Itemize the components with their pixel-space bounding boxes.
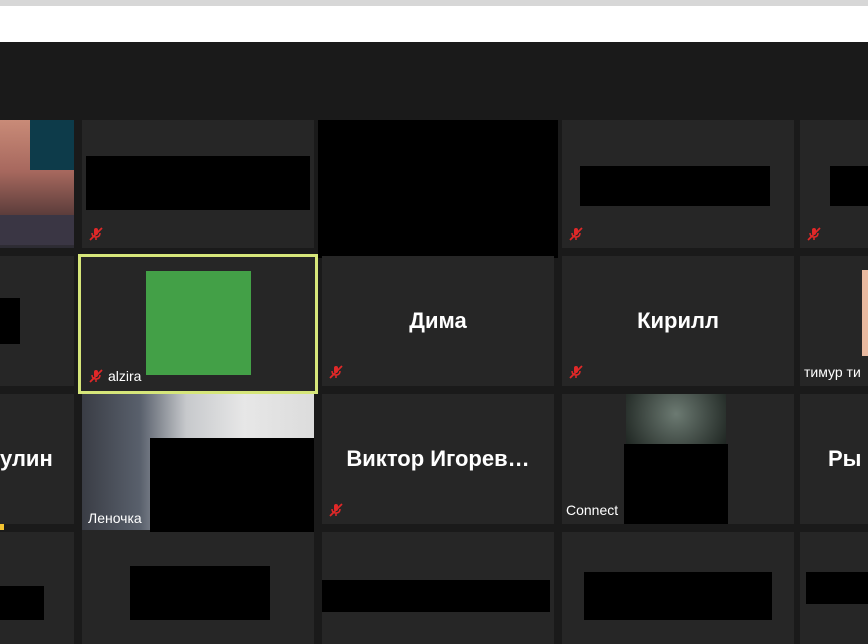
- participant-avatar: [146, 271, 251, 375]
- redacted-block: [0, 298, 20, 344]
- participant-video: [0, 120, 74, 248]
- participant-tile-r4c2[interactable]: [82, 532, 314, 644]
- participant-tile-r1c4[interactable]: [562, 120, 794, 248]
- redacted-block: [0, 586, 44, 620]
- participant-label: [328, 502, 344, 518]
- participant-tile-r1c2[interactable]: [82, 120, 314, 248]
- participant-name: Леночка: [88, 510, 142, 526]
- participant-tile-lenochka[interactable]: Леночка: [82, 394, 314, 532]
- participant-tile-r2c1[interactable]: [0, 256, 74, 386]
- desk-in-video: [0, 215, 74, 245]
- redacted-block: [150, 438, 314, 532]
- participant-tile-r4c3[interactable]: [322, 532, 554, 644]
- participant-name: Ры: [828, 446, 862, 471]
- participant-name: alzira: [108, 368, 142, 384]
- redacted-block: [86, 156, 310, 210]
- redacted-block: [322, 580, 550, 612]
- redacted-block: [130, 566, 270, 620]
- participant-name: улин: [0, 446, 53, 471]
- participant-label: [568, 226, 584, 242]
- participant-name: Дима: [409, 308, 467, 333]
- muted-mic-icon: [569, 365, 583, 379]
- banner-in-video: [30, 120, 74, 170]
- participant-tile-connect[interactable]: Connect: [562, 394, 794, 524]
- muted-mic-icon: [569, 227, 583, 241]
- participant-tile-ulin[interactable]: улин: [0, 394, 74, 524]
- participant-name: Кирилл: [637, 308, 719, 333]
- participant-tile-kirill[interactable]: Кирилл: [562, 256, 794, 386]
- participant-name: Connect: [566, 502, 619, 518]
- muted-mic-icon: [89, 369, 103, 383]
- participant-name: тимур ти: [804, 364, 861, 380]
- participant-tile-r4c4[interactable]: [562, 532, 794, 644]
- redacted-block: [806, 572, 868, 604]
- participant-label: тимур ти: [804, 364, 861, 380]
- participant-tile-dima[interactable]: Дима: [322, 256, 554, 386]
- participant-tile-alzira[interactable]: alzira: [78, 254, 318, 394]
- redacted-block: [580, 166, 770, 206]
- participant-label: Леночка: [88, 510, 142, 526]
- participant-tile-r4c5[interactable]: [800, 532, 868, 644]
- participant-tile-timur[interactable]: тимур ти: [800, 256, 868, 386]
- redacted-block: [830, 166, 868, 206]
- participant-tile-r1c1[interactable]: [0, 120, 74, 248]
- redacted-block: [584, 572, 772, 620]
- participant-video: [862, 270, 868, 356]
- participant-video: [626, 394, 726, 444]
- participant-tile-r1c5[interactable]: [800, 120, 868, 248]
- participant-label: Connect: [566, 502, 618, 518]
- participant-label: [806, 226, 822, 242]
- muted-mic-icon: [329, 365, 343, 379]
- participant-tile-viktor[interactable]: Виктор Игорев…: [322, 394, 554, 524]
- video-gallery: alzira Дима Кирилл тимур ти улин Леночка…: [0, 42, 868, 644]
- participant-tile-r4c1[interactable]: [0, 532, 74, 644]
- window-header-bar: [0, 6, 868, 42]
- muted-mic-icon: [89, 227, 103, 241]
- participant-label: [328, 364, 344, 380]
- redacted-block: [624, 444, 728, 524]
- participant-tile-r1c3[interactable]: [318, 120, 558, 258]
- muted-mic-icon: [329, 503, 343, 517]
- participant-label: alzira: [88, 368, 141, 384]
- muted-mic-icon: [807, 227, 821, 241]
- participant-label: [568, 364, 584, 380]
- participant-label: [88, 226, 104, 242]
- participant-name: Виктор Игорев…: [346, 446, 530, 471]
- participant-tile-ry[interactable]: Ры: [800, 394, 868, 524]
- accent-marker: [0, 524, 4, 530]
